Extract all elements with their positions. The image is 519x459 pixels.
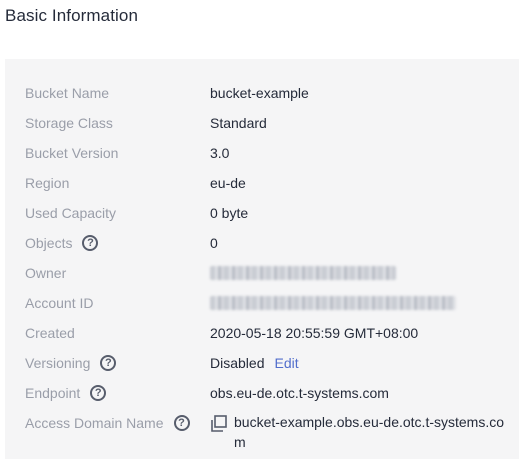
region-label: Region: [25, 175, 70, 191]
redacted-account-id-text: [210, 296, 456, 310]
copy-icon[interactable]: [210, 415, 228, 433]
created-label: Created: [25, 325, 75, 341]
page-title: Basic Information: [5, 6, 139, 25]
endpoint-label-group: Endpoint ?: [25, 378, 107, 408]
endpoint-value: obs.eu-de.otc.t-systems.com: [210, 385, 389, 401]
versioning-value: Disabled: [210, 355, 265, 371]
bucket-name-value: bucket-example: [210, 85, 309, 101]
question-circle-icon[interactable]: ?: [82, 235, 99, 251]
field-row-owner: Owner: [5, 258, 519, 288]
access-domain-name-label: Access Domain Name: [25, 415, 164, 431]
access-domain-name-label-group: Access Domain Name ?: [25, 408, 190, 438]
field-row-objects: Objects ? 0: [5, 228, 519, 258]
question-circle-icon[interactable]: ?: [90, 385, 107, 401]
field-row-storage-class: Storage Class Standard: [5, 108, 519, 138]
used-capacity-label: Used Capacity: [25, 205, 117, 221]
edit-versioning-link[interactable]: Edit: [274, 348, 298, 378]
endpoint-label: Endpoint: [25, 385, 81, 401]
field-row-versioning: Versioning ? Disabled Edit: [5, 348, 519, 378]
owner-value-redacted: [210, 258, 396, 288]
versioning-label: Versioning: [25, 355, 91, 371]
bucket-basic-info-page: Basic Information Bucket Name bucket-exa…: [0, 0, 519, 459]
access-domain-name-value: bucket-example.obs.eu-de.otc.t-systems.c…: [234, 414, 505, 450]
objects-label-group: Objects ?: [25, 228, 99, 258]
question-circle-icon[interactable]: ?: [100, 355, 117, 371]
field-row-bucket-name: Bucket Name bucket-example: [5, 78, 519, 108]
field-row-bucket-version: Bucket Version 3.0: [5, 138, 519, 168]
account-id-value-redacted: [210, 288, 456, 318]
question-circle-icon[interactable]: ?: [173, 415, 190, 431]
basic-info-panel: Bucket Name bucket-example Storage Class…: [5, 59, 519, 459]
objects-label: Objects: [25, 235, 73, 251]
region-value: eu-de: [210, 175, 246, 191]
field-row-account-id: Account ID: [5, 288, 519, 318]
used-capacity-value: 0 byte: [210, 205, 249, 221]
bucket-name-label: Bucket Name: [25, 85, 110, 101]
bucket-version-value: 3.0: [210, 145, 230, 161]
field-row-created: Created 2020-05-18 20:55:59 GMT+08:00: [5, 318, 519, 348]
versioning-value-group: Disabled Edit: [210, 348, 299, 378]
field-row-used-capacity: Used Capacity 0 byte: [5, 198, 519, 228]
storage-class-value: Standard: [210, 115, 267, 131]
field-row-endpoint: Endpoint ? obs.eu-de.otc.t-systems.com: [5, 378, 519, 408]
field-row-access-domain-name: Access Domain Name ? bucket-example.obs.…: [5, 408, 519, 452]
created-value: 2020-05-18 20:55:59 GMT+08:00: [210, 325, 419, 341]
bucket-version-label: Bucket Version: [25, 145, 119, 161]
account-id-label: Account ID: [25, 295, 94, 311]
redacted-owner-text: [210, 266, 396, 280]
objects-value: 0: [210, 235, 218, 251]
field-row-region: Region eu-de: [5, 168, 519, 198]
storage-class-label: Storage Class: [25, 115, 113, 131]
versioning-label-group: Versioning ?: [25, 348, 117, 378]
owner-label: Owner: [25, 265, 67, 281]
